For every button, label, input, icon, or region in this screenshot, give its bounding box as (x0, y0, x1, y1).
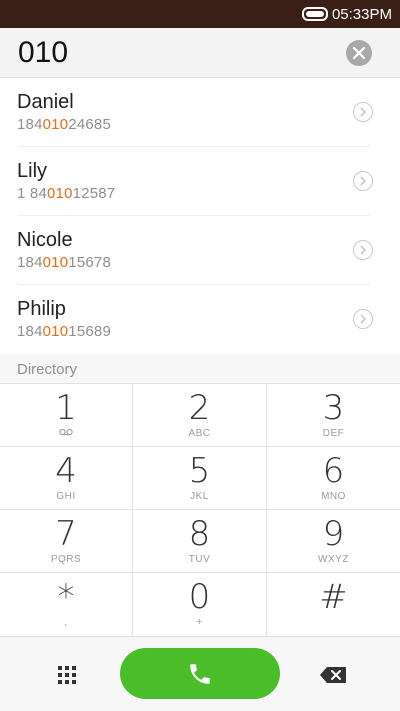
contact-name: Daniel (17, 91, 74, 113)
contact-phone: 18401015678 (17, 254, 111, 271)
phone-match-highlight: 010 (47, 185, 73, 202)
contact-name: Philip (17, 298, 66, 320)
contact-row-lily[interactable]: Lily 1 8401012587 (0, 147, 400, 216)
dial-keypad: 1 2 ABC 3 DEF 4 GHI 5 JKL 6 MNO 7 PQRS 8… (0, 384, 400, 636)
key-0[interactable]: 0 + (133, 573, 267, 636)
dialed-number[interactable]: 010 (18, 36, 68, 70)
contact-detail-button[interactable] (353, 102, 373, 122)
contact-phone: 18401024685 (17, 116, 111, 133)
contact-row-nicole[interactable]: Nicole 18401015678 (0, 216, 400, 285)
contact-detail-button[interactable] (353, 171, 373, 191)
voicemail-icon (59, 428, 73, 435)
key-8[interactable]: 8 TUV (133, 510, 267, 573)
dialer-action-bar (0, 636, 400, 711)
phone-match-highlight: 010 (42, 323, 69, 340)
key-7[interactable]: 7 PQRS (0, 510, 133, 573)
contact-phone: 18401015689 (17, 323, 111, 340)
status-bar: 05:33PM (0, 0, 400, 28)
contact-name: Nicole (17, 229, 73, 251)
backspace-icon[interactable] (319, 666, 347, 684)
chevron-right-icon (360, 314, 366, 324)
chevron-right-icon (360, 176, 366, 186)
phone-match-highlight: 010 (42, 116, 69, 133)
call-button[interactable] (120, 648, 280, 699)
close-icon (353, 47, 365, 59)
contact-row-philip[interactable]: Philip 18401015689 (0, 285, 400, 354)
key-4[interactable]: 4 GHI (0, 447, 133, 510)
phone-icon (190, 663, 210, 684)
key-6[interactable]: 6 MNO (267, 447, 400, 510)
battery-icon (301, 7, 328, 21)
key-1[interactable]: 1 (0, 384, 133, 447)
key-3[interactable]: 3 DEF (267, 384, 400, 447)
clear-number-button[interactable] (346, 40, 372, 66)
dial-header: 010 (0, 28, 400, 78)
dialpad-toggle-icon[interactable] (56, 664, 78, 686)
contact-detail-button[interactable] (353, 240, 373, 260)
contact-row-daniel[interactable]: Daniel 18401024685 (0, 78, 400, 147)
status-time: 05:33PM (331, 5, 392, 23)
directory-section-header: Directory (0, 354, 400, 384)
contact-phone: 1 8401012587 (17, 185, 116, 202)
contact-name: Lily (17, 160, 48, 182)
key-star[interactable]: * , (0, 573, 133, 636)
directory-label: Directory (17, 361, 78, 378)
chevron-right-icon (360, 107, 366, 117)
phone-match-highlight: 010 (42, 254, 69, 271)
key-hash[interactable]: # (267, 573, 400, 636)
contact-detail-button[interactable] (353, 309, 373, 329)
key-5[interactable]: 5 JKL (133, 447, 267, 510)
chevron-right-icon (360, 245, 366, 255)
key-2[interactable]: 2 ABC (133, 384, 267, 447)
contact-results-list: Daniel 18401024685 Lily 1 8401012587 Nic… (0, 78, 400, 354)
key-9[interactable]: 9 WXYZ (267, 510, 400, 573)
